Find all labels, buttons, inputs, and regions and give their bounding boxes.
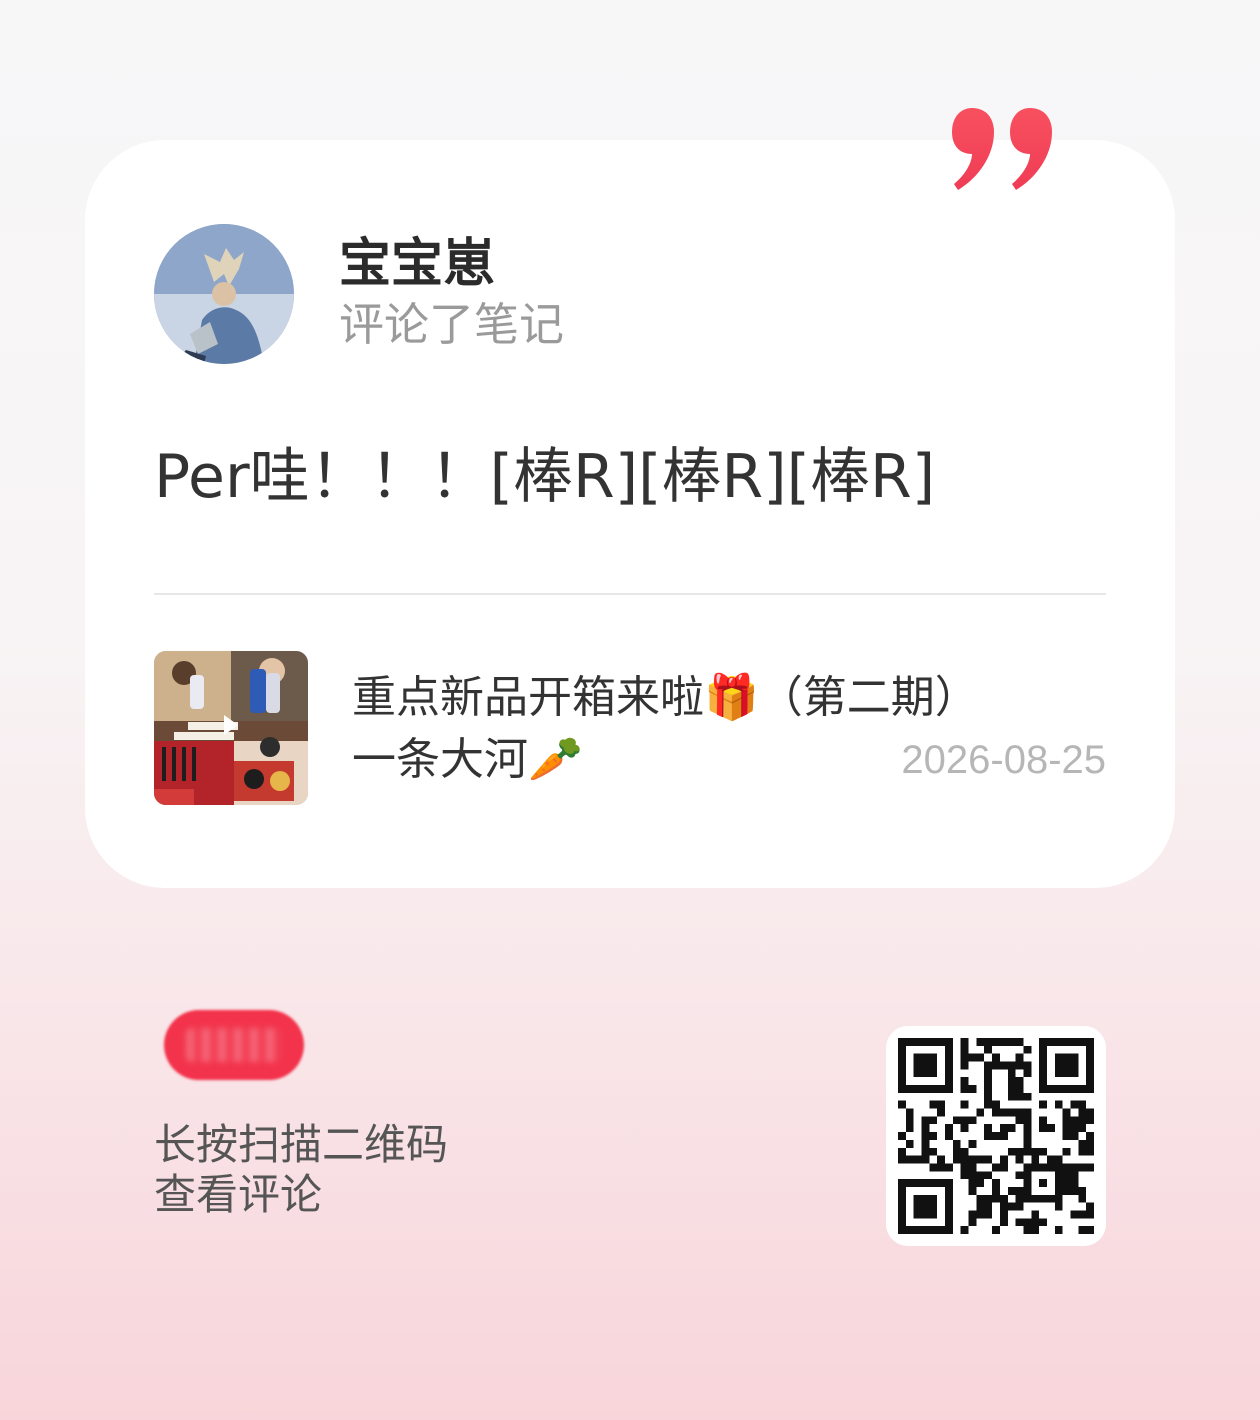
note-author[interactable]: 一条大河🥕 bbox=[352, 732, 583, 788]
note-thumbnail-image bbox=[154, 651, 308, 805]
avatar-photo bbox=[154, 224, 294, 364]
qr-code-icon bbox=[898, 1038, 1094, 1234]
qr-code[interactable] bbox=[886, 1026, 1106, 1246]
username[interactable]: 宝宝崽 bbox=[339, 232, 495, 296]
comment-text: Per哇！！！[棒R][棒R][棒R] bbox=[154, 442, 936, 512]
brand-logo-blur bbox=[186, 1028, 282, 1062]
brand-logo bbox=[164, 1010, 304, 1080]
note-date: 2026-08-25 bbox=[901, 738, 1106, 782]
note-title[interactable]: 重点新品开箱来啦🎁（第二期） bbox=[352, 670, 979, 726]
avatar[interactable] bbox=[154, 224, 294, 364]
action-text: 评论了笔记 bbox=[339, 298, 565, 351]
scan-instruction-sub: 查看评论 bbox=[154, 1170, 323, 1219]
quote-mark-icon bbox=[952, 108, 1052, 190]
scan-instruction: 长按扫描二维码 bbox=[154, 1120, 449, 1169]
divider bbox=[154, 593, 1106, 595]
note-thumbnail[interactable] bbox=[154, 651, 308, 805]
